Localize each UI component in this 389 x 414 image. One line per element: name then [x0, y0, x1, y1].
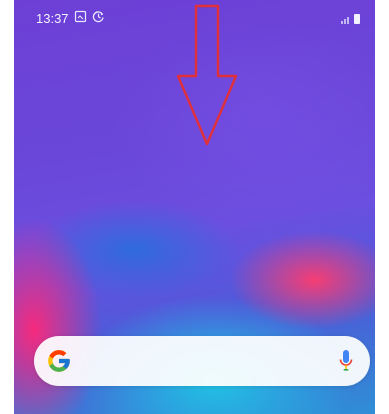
microphone-icon[interactable] — [338, 349, 354, 373]
clock-sync-icon — [92, 11, 104, 23]
status-time: 13:37 — [36, 11, 69, 26]
google-search-bar[interactable] — [34, 336, 370, 386]
home-screen: 13:37 — [14, 0, 375, 414]
google-logo-icon[interactable] — [46, 348, 72, 374]
down-arrow-icon — [176, 4, 238, 146]
screenshot-icon — [74, 10, 87, 23]
signal-icon — [341, 14, 360, 24]
battery-icon — [354, 14, 360, 24]
